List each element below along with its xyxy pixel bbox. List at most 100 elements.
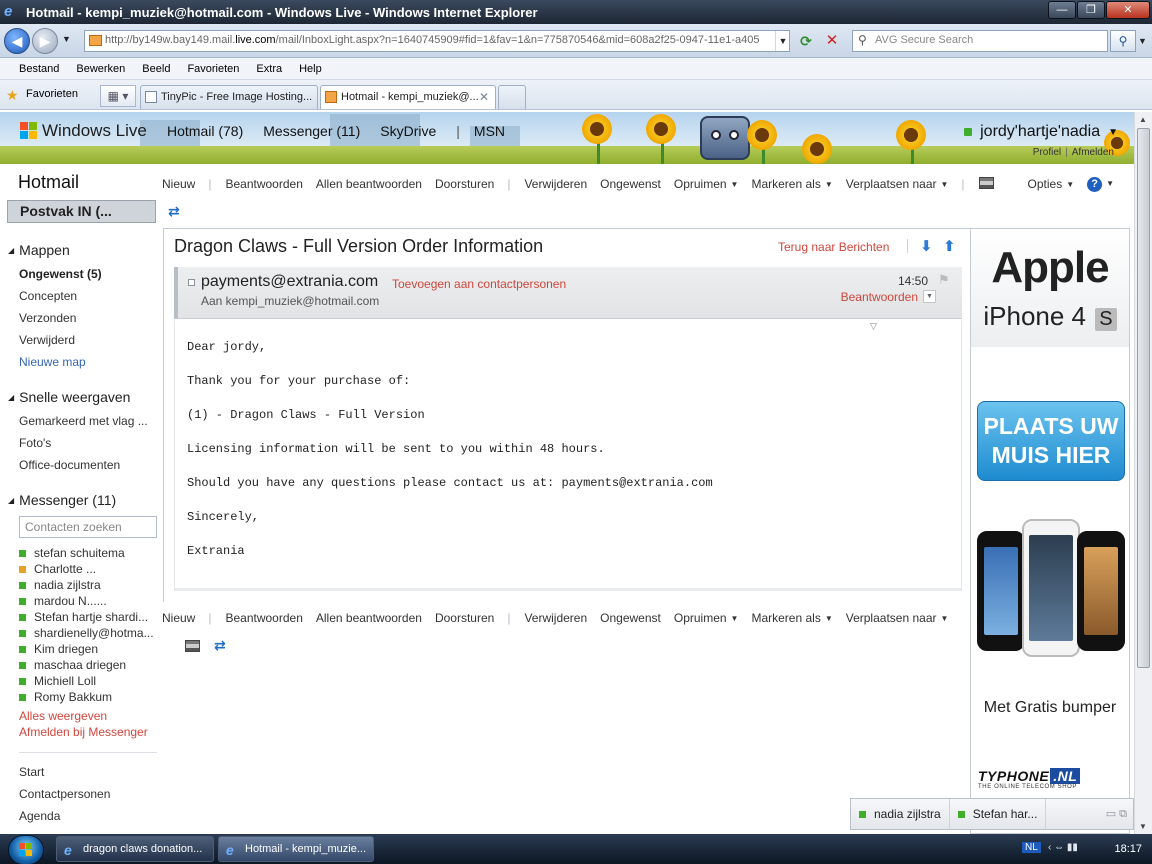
link-start[interactable]: Start [19,765,44,779]
quickview-flagged[interactable]: Gemarkeerd met vlag ... [19,414,148,428]
next-message-arrow-icon[interactable]: ⬇ [920,237,933,255]
signout-link[interactable]: Afmelden [1072,147,1114,158]
taskbar-task[interactable]: e dragon claws donation... [56,836,214,862]
forward-button[interactable]: Doorsturen [435,611,494,625]
nav-msn[interactable]: MSN [474,123,505,139]
start-button[interactable] [8,835,44,864]
help-button[interactable]: ? ▼ [1087,176,1114,192]
scroll-down-icon[interactable]: ▼ [1139,822,1147,831]
minimize-button[interactable]: — [1048,1,1076,19]
contact-item[interactable]: Romy Bakkum [19,690,159,704]
folder-sent[interactable]: Verzonden [19,311,76,325]
windows-live-logo[interactable]: Windows Live [20,121,147,141]
back-to-messages-link[interactable]: Terug naar Berichten [778,240,889,254]
clock[interactable]: 18:17 [1114,843,1142,855]
reply-button[interactable]: Beantwoorden [225,611,302,625]
maximize-button[interactable]: ❐ [1077,1,1105,19]
print-button[interactable] [978,176,994,192]
new-tab-button[interactable] [498,85,526,109]
back-button[interactable]: ◀ [4,28,30,54]
hotmail-brand[interactable]: Hotmail [18,172,79,193]
profile-link[interactable]: Profiel [1033,147,1061,158]
messenger-header[interactable]: ◢ Messenger (11) [8,492,116,508]
junk-button[interactable]: Ongewenst [600,611,661,625]
favorites-star-icon[interactable]: ★ [6,87,19,104]
forward-button[interactable]: ▶ [32,28,58,54]
language-indicator[interactable]: NL [1022,842,1041,853]
menu-bestand[interactable]: Bestand [19,63,59,75]
contact-item[interactable]: maschaa driegen [19,658,159,672]
reply-button[interactable]: Beantwoorden [225,177,302,191]
contact-item[interactable]: Charlotte ... [19,562,159,576]
print-button[interactable] [185,640,200,655]
previous-message-arrow-icon[interactable]: ⬆ [943,237,956,255]
delete-button[interactable]: Verwijderen [524,177,587,191]
quickviews-header[interactable]: ◢ Snelle weergaven [8,389,130,405]
search-go-button[interactable]: ⚲ [1110,30,1136,52]
chat-tab[interactable]: Stefan har... [950,799,1047,829]
scroll-up-icon[interactable]: ▲ [1139,115,1147,124]
chat-tab[interactable]: nadia zijlstra [851,799,950,829]
history-dropdown-icon[interactable]: ▼ [62,34,71,44]
sweep-button[interactable]: Opruimen ▼ [674,177,739,191]
menu-favorieten[interactable]: Favorieten [187,63,239,75]
move-to-button[interactable]: Verplaatsen naar ▼ [846,611,949,625]
ad-bumper-text[interactable]: Met Gratis bumper [971,699,1129,717]
url-dropdown-icon[interactable]: ▼ [775,31,790,51]
contact-item[interactable]: mardou N...... [19,594,159,608]
flag-icon[interactable]: ⚑ [938,272,950,287]
mark-as-button[interactable]: Markeren als ▼ [751,177,832,191]
tab-hotmail[interactable]: Hotmail - kempi_muziek@... ✕ [320,85,496,109]
link-contacts[interactable]: Contactpersonen [19,787,110,801]
search-dropdown-icon[interactable]: ▼ [1138,36,1147,46]
inbox-button[interactable]: Postvak IN (... [7,200,156,223]
menu-extra[interactable]: Extra [256,63,282,75]
url-input[interactable]: http://by149w.bay149.mail.live.com/mail/… [84,30,790,52]
quick-tabs-icon[interactable]: ▦ ▾ [100,85,136,107]
contact-item[interactable]: Stefan hartje shardi... [19,610,159,624]
iphone-image[interactable] [977,519,1125,657]
close-button[interactable]: ✕ [1106,1,1150,19]
iphone-ad[interactable]: Apple iPhone 4 S [971,229,1129,347]
tab-close-icon[interactable]: ✕ [479,90,489,104]
contact-item[interactable]: shardienelly@hotma... [19,626,159,640]
folders-header[interactable]: ◢ Mappen [8,242,70,258]
folder-junk[interactable]: Ongewenst (5) [19,267,102,281]
folder-deleted[interactable]: Verwijderd [19,333,75,347]
taskbar-task-active[interactable]: e Hotmail - kempi_muzie... [218,836,374,862]
page-scrollbar[interactable]: ▲ ▼ [1134,112,1152,834]
mark-as-button[interactable]: Markeren als ▼ [751,611,832,625]
contact-item[interactable]: nadia zijlstra [19,578,159,592]
delete-button[interactable]: Verwijderen [524,611,587,625]
sender-address[interactable]: payments@extrania.com [201,273,378,291]
favorites-button[interactable]: Favorieten [26,88,78,100]
contact-item[interactable]: Michiell Loll [19,674,159,688]
contact-item[interactable]: stefan schuitema [19,546,159,560]
user-menu[interactable]: jordy'hartje'nadia ▼ [964,123,1118,141]
nav-skydrive[interactable]: SkyDrive [380,123,436,139]
forward-button[interactable]: Doorsturen [435,177,494,191]
messenger-signout-link[interactable]: Afmelden bij Messenger [19,725,148,739]
new-button[interactable]: Nieuw [162,177,195,191]
stop-icon[interactable]: ✕ [822,31,842,51]
chat-window-controls-icon[interactable]: ▭ ⧉ [1106,807,1133,821]
contact-search-input[interactable]: Contacten zoeken [19,516,157,538]
quickview-office-docs[interactable]: Office-documenten [19,458,120,472]
refresh-messages-icon[interactable]: ⇄ [168,203,180,220]
menu-help[interactable]: Help [299,63,322,75]
contact-item[interactable]: Kim driegen [19,642,159,656]
message-checkbox[interactable] [188,279,195,286]
scrollbar-thumb[interactable] [1137,128,1150,668]
new-folder-link[interactable]: Nieuwe map [19,355,86,369]
options-button[interactable]: Opties ▼ [1028,177,1075,191]
menu-beeld[interactable]: Beeld [142,63,170,75]
nav-hotmail[interactable]: Hotmail (78) [167,123,243,139]
quickview-photos[interactable]: Foto's [19,436,51,450]
refresh-icon[interactable]: ⟳ [796,31,816,51]
junk-button[interactable]: Ongewenst [600,177,661,191]
header-reply-button[interactable]: Beantwoorden [841,290,918,304]
new-button[interactable]: Nieuw [162,611,195,625]
reply-all-button[interactable]: Allen beantwoorden [316,177,422,191]
plaats-uw-muis-hier-ad[interactable]: PLAATS UW MUIS HIER [977,401,1125,481]
show-all-contacts-link[interactable]: Alles weergeven [19,709,107,723]
